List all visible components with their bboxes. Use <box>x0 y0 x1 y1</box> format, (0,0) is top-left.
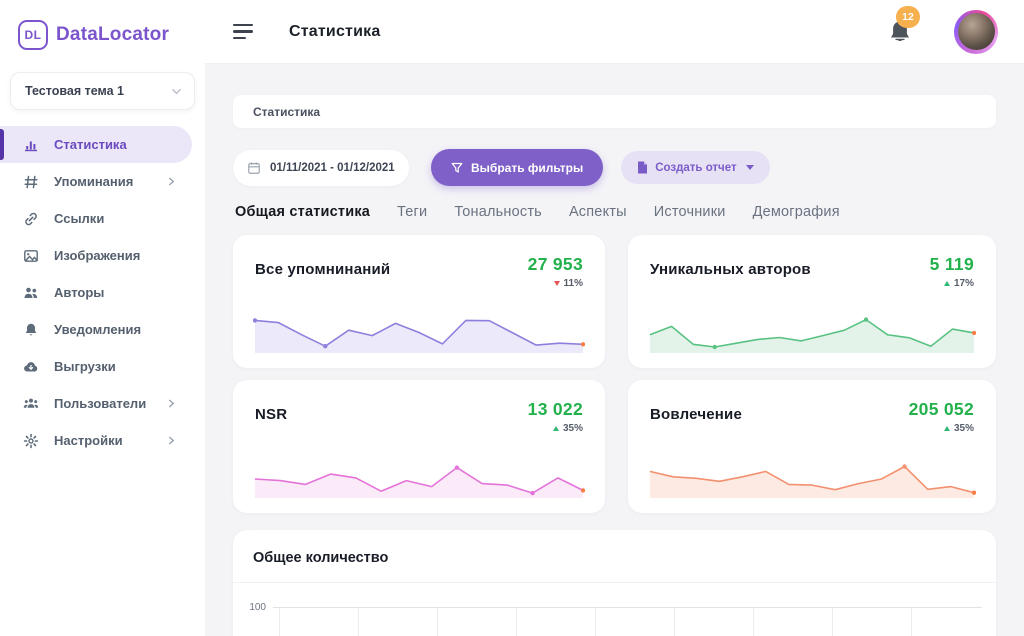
gear-icon <box>22 432 39 449</box>
filter-row: 01/11/2021 - 01/12/2021 Выбрать фильтры … <box>233 149 996 186</box>
stat-card-value: 13 022 <box>528 399 583 420</box>
top-bar: Статистика 12 <box>205 0 1024 64</box>
report-icon <box>637 161 648 174</box>
logo-badge-icon: DL <box>18 20 48 50</box>
sidebar-item-exports[interactable]: Выгрузки <box>0 348 192 385</box>
sidebar-item-images[interactable]: Изображения <box>0 237 192 274</box>
bar-chart-icon <box>22 136 39 153</box>
sidebar-item-mentions[interactable]: Упоминания <box>0 163 192 200</box>
date-range-input[interactable]: 01/11/2021 - 01/12/2021 <box>233 150 409 186</box>
sidebar-item-label: Авторы <box>54 285 104 300</box>
sparkline-chart <box>253 447 585 503</box>
tab-aspects[interactable]: Аспекты <box>569 204 627 220</box>
select-filters-button[interactable]: Выбрать фильтры <box>431 149 603 186</box>
sidebar-item-authors[interactable]: Авторы <box>0 274 192 311</box>
link-icon <box>22 210 39 227</box>
tab-sources[interactable]: Источники <box>654 204 726 220</box>
sparkline-chart <box>648 302 976 358</box>
stat-card-change: 11% <box>564 278 583 289</box>
sidebar-item-label: Изображения <box>54 248 140 263</box>
users-icon <box>22 284 39 301</box>
chevron-right-icon <box>167 399 176 408</box>
date-range-value: 01/11/2021 - 01/12/2021 <box>270 162 395 174</box>
sidebar-item-label: Настройки <box>54 433 123 448</box>
chart-grid <box>273 607 982 636</box>
stat-card-mentions: Все упомнинаний 27 953 11% <box>233 235 605 368</box>
brand-logo: DL DataLocator <box>0 0 205 68</box>
cloud-download-icon <box>22 358 39 375</box>
page-title: Статистика <box>289 23 380 41</box>
sidebar-item-label: Ссылки <box>54 211 104 226</box>
tab-tags[interactable]: Теги <box>397 204 427 220</box>
stat-cards-row-2: NSR 13 022 35% Вовлечение 205 052 35% <box>233 380 996 513</box>
menu-icon[interactable] <box>233 24 253 39</box>
caret-down-icon <box>746 165 754 170</box>
total-count-chart-card: Общее количество 100 <box>233 530 996 636</box>
stat-card-value: 5 119 <box>930 254 974 275</box>
notifications-button[interactable]: 12 <box>888 19 912 45</box>
topic-selector-value: Тестовая тема 1 <box>25 84 124 98</box>
sidebar-item-links[interactable]: Ссылки <box>0 200 192 237</box>
stat-card-value: 27 953 <box>528 254 583 275</box>
stat-card-title: Все упомнинаний <box>255 261 390 278</box>
create-report-label: Создать отчет <box>655 162 736 174</box>
bell-icon <box>22 321 39 338</box>
image-icon <box>22 247 39 264</box>
create-report-button[interactable]: Создать отчет <box>621 151 769 184</box>
sidebar-item-label: Пользователи <box>54 396 146 411</box>
tabs: Общая статистика Теги Тональность Аспект… <box>235 204 996 220</box>
tab-demography[interactable]: Демография <box>753 204 840 220</box>
sidebar-item-label: Выгрузки <box>54 359 116 374</box>
avatar[interactable] <box>954 10 998 54</box>
stat-card-unique-authors: Уникальных авторов 5 119 17% <box>628 235 996 368</box>
trend-down-icon <box>554 281 560 286</box>
sparkline-chart <box>253 302 585 358</box>
stat-card-change: 35% <box>563 423 583 434</box>
users-group-icon <box>22 395 39 412</box>
sparkline-chart <box>648 447 976 503</box>
trend-up-icon <box>944 426 950 431</box>
hash-icon <box>22 173 39 190</box>
sidebar-item-users[interactable]: Пользователи <box>0 385 192 422</box>
logo-text: DataLocator <box>56 24 169 46</box>
tab-sentiment[interactable]: Тональность <box>454 204 542 220</box>
breadcrumb-label: Статистика <box>253 105 320 119</box>
select-filters-label: Выбрать фильтры <box>471 161 583 175</box>
sidebar: DL DataLocator Тестовая тема 1 Статистик… <box>0 0 205 636</box>
chart-title: Общее количество <box>253 550 388 566</box>
chevron-right-icon <box>167 177 176 186</box>
chevron-down-icon <box>171 86 182 97</box>
stat-card-value: 205 052 <box>909 399 974 420</box>
funnel-icon <box>451 162 463 174</box>
sidebar-item-notifications[interactable]: Уведомления <box>0 311 192 348</box>
stat-cards-row-1: Все упомнинаний 27 953 11% Уникальных ав… <box>233 235 996 368</box>
stat-card-title: Уникальных авторов <box>650 261 811 278</box>
stat-card-engagement: Вовлечение 205 052 35% <box>628 380 996 513</box>
sidebar-item-statistics[interactable]: Статистика <box>0 126 192 163</box>
notification-badge: 12 <box>896 6 920 28</box>
stat-card-title: NSR <box>255 406 287 423</box>
content: Статистика 01/11/2021 - 01/12/2021 Выбра… <box>205 64 1024 636</box>
calendar-icon <box>247 161 261 175</box>
stat-card-change: 17% <box>954 278 974 289</box>
breadcrumb: Статистика <box>233 95 996 128</box>
topic-selector[interactable]: Тестовая тема 1 <box>10 72 195 110</box>
trend-up-icon <box>553 426 559 431</box>
sidebar-item-label: Статистика <box>54 137 127 152</box>
stat-card-change: 35% <box>954 423 974 434</box>
chevron-right-icon <box>167 436 176 445</box>
sidebar-nav: Статистика Упоминания Ссылки Изображения <box>0 126 205 459</box>
y-axis-tick: 100 <box>243 602 273 636</box>
sidebar-item-settings[interactable]: Настройки <box>0 422 192 459</box>
tab-general-statistics[interactable]: Общая статистика <box>235 204 370 220</box>
stat-card-nsr: NSR 13 022 35% <box>233 380 605 513</box>
sidebar-item-label: Упоминания <box>54 174 133 189</box>
stat-card-title: Вовлечение <box>650 406 742 423</box>
main-area: Статистика 12 Статистика 01/11/2021 - 01… <box>205 0 1024 636</box>
sidebar-item-label: Уведомления <box>54 322 141 337</box>
total-count-chart: 100 <box>233 583 996 636</box>
trend-up-icon <box>944 281 950 286</box>
avatar-photo <box>958 13 995 50</box>
